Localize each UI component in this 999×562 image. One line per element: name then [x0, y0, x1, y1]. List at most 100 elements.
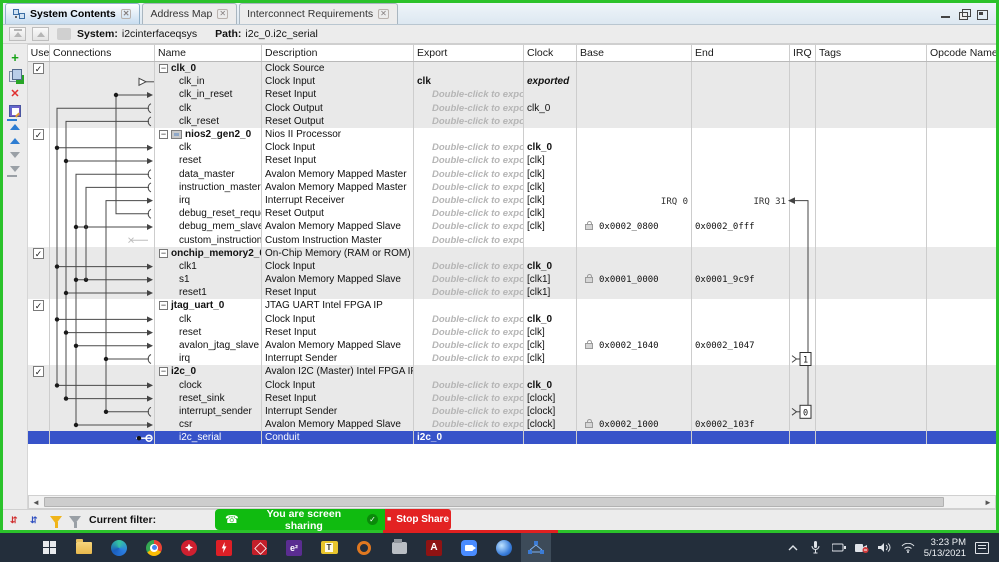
export-cell[interactable]: Double-click to export [414, 273, 524, 287]
red-round-app-button[interactable] [178, 537, 200, 559]
move-to-bottom-button[interactable] [6, 164, 23, 177]
port-row-data_master[interactable]: data_master Avalon Memory Mapped Master Do… [28, 167, 996, 181]
export-cell[interactable]: Double-click to export [414, 259, 524, 273]
port-row-clk[interactable]: clk Clock Input Double-click to export clk_… [28, 141, 996, 155]
module-row-clk_0[interactable]: ✓ − clk_0 Clock Source [28, 62, 996, 76]
export-cell[interactable]: Double-click to export [414, 338, 524, 353]
port-row-avalon_jtag_slave[interactable]: avalon_jtag_slave Avalon Memory Mapped Sl… [28, 338, 996, 353]
export-cell[interactable]: Double-click to export [414, 325, 524, 339]
port-row-interrupt_sender[interactable]: interrupt_sender Interrupt Sender Double-c… [28, 404, 996, 419]
speaker-icon[interactable] [878, 541, 892, 555]
export-cell[interactable]: Double-click to export [414, 114, 524, 128]
port-row-clk[interactable]: clk Clock Output Double-click to export clk… [28, 101, 996, 115]
export-cell[interactable]: Double-click to export [414, 312, 524, 326]
column-header-name[interactable]: Name [155, 45, 262, 61]
port-row-custom_instruction_m[interactable]: custom_instruction_m...Custom Instructio… [28, 233, 996, 247]
close-tab-icon[interactable]: ✕ [120, 9, 132, 19]
port-row-debug_reset_request[interactable]: debug_reset_requestReset Output Double-cl… [28, 207, 996, 221]
acrobat-button[interactable]: A [423, 537, 445, 559]
action-center-icon[interactable] [975, 541, 989, 554]
port-row-clk_in_reset[interactable]: clk_in_reset Reset Input Double-click to e… [28, 88, 996, 102]
export-cell[interactable] [414, 299, 524, 313]
port-row-reset_sink[interactable]: reset_sink Reset Input Double-click to exp… [28, 391, 996, 405]
move-up-button-disabled[interactable] [32, 27, 49, 41]
export-cell[interactable]: Double-click to export [414, 220, 524, 234]
eclipse-e2-button[interactable]: e² [283, 537, 305, 559]
column-header-end[interactable]: End [692, 45, 790, 61]
column-header-use[interactable]: Use [28, 45, 50, 61]
column-header-export[interactable]: Export [414, 45, 524, 61]
export-cell[interactable]: Double-click to export [414, 180, 524, 194]
taskbar-clock[interactable]: 3:23 PM 5/13/2021 [924, 537, 966, 559]
column-header-irq[interactable]: IRQ [790, 45, 816, 61]
port-row-i2c_serial[interactable]: i2c_serial Conduit i2c_0 [28, 431, 996, 445]
camera-blocked-icon[interactable] [854, 541, 869, 555]
gray-device-app-button[interactable] [388, 537, 410, 559]
port-row-debug_mem_slave[interactable]: debug_mem_slave Avalon Memory Mapped Slav… [28, 220, 996, 234]
port-row-csr[interactable]: csr Avalon Memory Mapped Slave Double-clic… [28, 418, 996, 432]
scroll-right-icon[interactable]: ► [981, 496, 995, 508]
port-row-clk_in[interactable]: clk_in Clock Input clk exported [28, 75, 996, 89]
orange-ring-app-button[interactable] [353, 537, 375, 559]
export-cell[interactable]: Double-click to export [414, 193, 524, 208]
wifi-icon[interactable] [901, 541, 915, 555]
export-cell[interactable]: Double-click to export [414, 352, 524, 366]
device-icon[interactable] [831, 541, 846, 555]
module-row-i2c_0[interactable]: ✓ − i2c_0 Avalon I2C (Master) Intel FPGA IP [28, 365, 996, 379]
column-header-connections[interactable]: Connections [50, 45, 155, 61]
port-row-reset[interactable]: reset Reset Input Double-click to export [c… [28, 154, 996, 168]
export-cell[interactable]: Double-click to export [414, 404, 524, 419]
move-top-button-disabled[interactable] [9, 27, 26, 41]
start-button[interactable] [38, 537, 60, 559]
address-lock-icon[interactable] [585, 220, 593, 230]
export-cell[interactable] [414, 246, 524, 260]
module-row-onchip_memory2_0[interactable]: ✓ − onchip_memory2_0 On-Chip Memory (RAM or… [28, 246, 996, 260]
move-to-top-button[interactable] [6, 119, 23, 132]
module-row-nios2_gen2_0[interactable]: ✓ − nios2_gen2_0 Nios II Processor [28, 127, 996, 142]
tray-chevron-up-icon[interactable] [786, 541, 800, 555]
detach-panel-icon[interactable] [976, 9, 988, 20]
tab-address-map[interactable]: Address Map ✕ [142, 3, 238, 24]
horizontal-scrollbar[interactable]: ◄ ► [28, 495, 996, 509]
red-cube-app-button[interactable] [248, 537, 270, 559]
stop-share-button[interactable]: ■ Stop Share [385, 509, 451, 530]
address-lock-icon[interactable] [585, 273, 593, 283]
collapse-expander-icon[interactable]: − [159, 301, 168, 311]
export-cell[interactable]: Double-click to export [414, 167, 524, 181]
use-checkbox[interactable]: ✓ [33, 63, 44, 75]
collapse-expander-icon[interactable]: − [159, 130, 168, 140]
clear-filter-funnel-icon[interactable] [69, 516, 81, 528]
duplicate-component-button[interactable] [8, 68, 23, 82]
port-row-s1[interactable]: s1 Avalon Memory Mapped Slave Double-click… [28, 273, 996, 287]
use-checkbox[interactable]: ✓ [33, 300, 44, 312]
port-row-reset1[interactable]: reset1 Reset Input Double-click to export[… [28, 286, 996, 300]
port-row-reset[interactable]: reset Reset Input Double-click to export [c… [28, 325, 996, 339]
use-checkbox[interactable]: ✓ [33, 247, 44, 259]
address-lock-icon[interactable] [585, 339, 593, 349]
add-component-button[interactable]: + [8, 50, 23, 65]
export-cell[interactable]: Double-click to export [414, 286, 524, 300]
restore-panel-icon[interactable] [958, 9, 971, 20]
export-cell[interactable]: Double-click to export [414, 378, 524, 392]
microphone-icon[interactable] [809, 541, 823, 555]
use-checkbox[interactable]: ✓ [33, 129, 44, 141]
export-cell[interactable]: Double-click to export [414, 154, 524, 168]
export-cell[interactable] [414, 127, 524, 142]
export-cell[interactable]: Double-click to export [414, 141, 524, 155]
show-exported-filter-icon[interactable]: ⇵ [10, 514, 23, 526]
export-cell[interactable]: clk [414, 75, 524, 89]
use-checkbox[interactable]: ✓ [33, 366, 44, 378]
module-row-jtag_uart_0[interactable]: ✓ − jtag_uart_0 JTAG UART Intel FPGA IP [28, 299, 996, 313]
zoom-app-button[interactable] [458, 537, 480, 559]
collapse-expander-icon[interactable]: − [159, 367, 168, 377]
port-row-clk_reset[interactable]: clk_reset Reset Output Double-click to exp… [28, 114, 996, 128]
chrome-button[interactable] [143, 537, 165, 559]
scrollbar-thumb[interactable] [44, 497, 944, 507]
port-row-irq[interactable]: irq Interrupt Sender Double-click to expor… [28, 352, 996, 366]
column-header-base[interactable]: Base [577, 45, 692, 61]
close-tab-icon[interactable]: ✕ [378, 9, 389, 19]
export-cell[interactable]: Double-click to export [414, 101, 524, 115]
filter-funnel-icon[interactable] [50, 516, 62, 528]
collapse-expander-icon[interactable]: − [159, 248, 168, 258]
export-cell[interactable]: Double-click to export [414, 88, 524, 102]
